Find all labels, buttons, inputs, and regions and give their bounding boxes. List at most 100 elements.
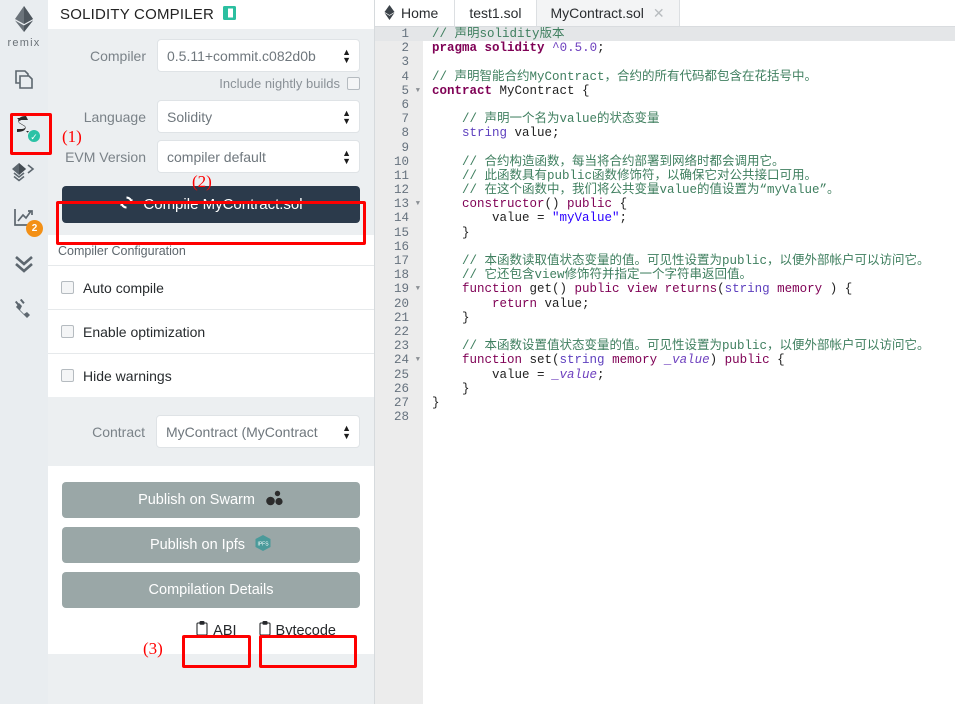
sidebar-item-plugin-manager[interactable] <box>4 287 44 333</box>
nightly-label: Include nightly builds <box>219 76 340 91</box>
line-text: contract MyContract { <box>423 83 955 98</box>
page-title: SOLIDITY COMPILER <box>60 6 214 23</box>
line-text: } <box>423 225 955 240</box>
contract-label: Contract <box>92 423 145 440</box>
line-text <box>423 324 955 340</box>
tab-home[interactable]: Home <box>375 0 456 26</box>
line-text: // 在这个函数中，我们将公共变量value的值设置为“myValue”。 <box>423 183 955 198</box>
tab-mycontract-sol[interactable]: MyContract.sol ✕ <box>536 0 680 26</box>
line-text: } <box>423 310 955 325</box>
line-text: constructor() public { <box>423 197 955 212</box>
line-number: 2 <box>375 41 423 56</box>
evm-version-select[interactable]: compiler default <box>157 140 360 173</box>
code-line: 28 <box>375 410 955 425</box>
line-number: 21 <box>375 310 423 325</box>
code-line: 24 ▼ function set(string memory _value) p… <box>375 353 955 368</box>
code-line: 1// 声明solidity版本 <box>375 27 955 42</box>
code-line: 17 // 本函数读取值状态变量的值。可见性设置为public，以便外部帐户可以… <box>375 254 955 269</box>
book-icon[interactable] <box>223 5 236 24</box>
compiler-configuration-section: Compiler Configuration Auto compile Enab… <box>48 235 374 397</box>
line-text <box>423 97 955 113</box>
close-icon[interactable]: ✕ <box>653 5 665 22</box>
publish-on-swarm-button[interactable]: Publish on Swarm <box>62 482 360 518</box>
tab-test1-sol[interactable]: test1.sol <box>455 0 537 26</box>
publish-ipfs-label: Publish on Ipfs <box>149 537 246 553</box>
language-select[interactable]: Solidity <box>157 100 360 133</box>
code-line: 7 // 声明一个名为value的状态变量 <box>375 112 955 127</box>
compiler-success-badge: ✓ <box>27 129 41 143</box>
code-line: 13 ▼ constructor() public { <box>375 197 955 212</box>
nightly-checkbox[interactable] <box>347 77 360 90</box>
sidebar-item-deploy-run[interactable] <box>4 149 44 195</box>
code-line: 20 return value; <box>375 296 955 311</box>
compile-button[interactable]: Compile MyContract.sol <box>62 186 360 223</box>
code-line: 12 // 在这个函数中，我们将公共变量value的值设置为“myValue”。 <box>375 183 955 198</box>
auto-compile-checkbox[interactable] <box>61 281 74 294</box>
tab-mycontract-label: MyContract.sol <box>550 5 644 21</box>
code-line: 4// 声明智能合约MyContract，合约的所有代码都包含在花括号中。 <box>375 69 955 84</box>
line-number: 28 <box>375 410 423 425</box>
include-nightly-builds-row[interactable]: Include nightly builds <box>62 76 360 91</box>
line-number: 17 <box>375 254 423 269</box>
code-line: 26 } <box>375 381 955 396</box>
code-content[interactable]: 1// 声明solidity版本 2 pragma solidity ^0.5.0;… <box>375 27 955 704</box>
debugger-icon <box>12 253 36 275</box>
compiler-version-select[interactable]: 0.5.11+commit.c082d0b <box>157 39 360 72</box>
line-number: 19 ▼ <box>375 282 423 297</box>
sidebar-item-debugger[interactable] <box>4 241 44 287</box>
code-lines: 1// 声明solidity版本 2 pragma solidity ^0.5.0;… <box>375 27 955 425</box>
code-line: 16 <box>375 239 955 254</box>
line-text <box>423 239 955 254</box>
line-number: 13 ▼ <box>375 197 423 212</box>
fold-arrow-icon[interactable]: ▼ <box>416 282 420 296</box>
option-auto-compile[interactable]: Auto compile <box>48 265 374 309</box>
line-text: // 声明solidity版本 <box>423 27 955 42</box>
sidebar-item-analysis[interactable]: 2 <box>4 195 44 241</box>
evm-version-row: EVM Version compiler default ▲ ▼ <box>62 140 360 173</box>
line-number: 7 <box>375 112 423 127</box>
line-text: function get() public view returns(strin… <box>423 282 955 297</box>
files-icon <box>13 68 35 92</box>
copy-bytecode-button[interactable]: Bytecode <box>252 617 342 644</box>
line-number: 11 <box>375 168 423 184</box>
line-text: value = _value; <box>423 367 955 382</box>
code-line: 21 } <box>375 310 955 325</box>
contract-select[interactable]: MyContract (MyContract <box>156 415 360 448</box>
code-editor-area: Home test1.sol MyContract.sol ✕ 1// 声明so… <box>375 0 955 704</box>
fold-arrow-icon[interactable]: ▼ <box>416 197 420 211</box>
line-number: 8 <box>375 126 423 141</box>
line-number: 4 <box>375 69 423 84</box>
hide-warnings-checkbox[interactable] <box>61 369 74 382</box>
publish-on-ipfs-button[interactable]: Publish on Ipfs IPFS <box>62 527 360 563</box>
abi-label: ABI <box>213 622 237 639</box>
ethereum-icon <box>14 6 34 36</box>
fold-arrow-icon[interactable]: ▼ <box>416 84 420 98</box>
option-hide-warnings[interactable]: Hide warnings <box>48 353 374 397</box>
compilation-details-button[interactable]: Compilation Details <box>62 572 360 608</box>
language-row: Language Solidity ▲ ▼ <box>62 100 360 133</box>
line-text: // 此函数具有public函数修饰符，以确保它对公共接口可用。 <box>423 168 955 184</box>
remix-logo: remix <box>4 6 44 49</box>
line-text: return value; <box>423 296 955 311</box>
line-number: 27 <box>375 395 423 411</box>
auto-compile-label: Auto compile <box>83 279 164 296</box>
copy-abi-button[interactable]: ABI <box>190 617 243 644</box>
line-number: 15 <box>375 225 423 240</box>
code-line: 22 <box>375 324 955 340</box>
code-line: 9 <box>375 140 955 155</box>
ipfs-icon: IPFS <box>254 534 272 556</box>
editor-tabbar: Home test1.sol MyContract.sol ✕ <box>375 0 955 27</box>
sidebar-item-file-explorers[interactable] <box>4 57 44 103</box>
tab-test1-label: test1.sol <box>469 5 522 21</box>
bytecode-label: Bytecode <box>275 622 336 639</box>
enable-optimization-checkbox[interactable] <box>61 325 74 338</box>
line-text: // 声明一个名为value的状态变量 <box>423 112 955 127</box>
code-line: 2 pragma solidity ^0.5.0; <box>375 41 955 56</box>
sidebar-item-solidity-compiler[interactable]: ✓ <box>4 103 44 149</box>
option-enable-optimization[interactable]: Enable optimization <box>48 309 374 353</box>
line-number: 12 <box>375 183 423 198</box>
code-line: 10 // 合约构造函数，每当将合约部署到网络时都会调用它。 <box>375 154 955 169</box>
line-text: // 它还包含view修饰符并指定一个字符串返回值。 <box>423 268 955 283</box>
line-text <box>423 55 955 70</box>
fold-arrow-icon[interactable]: ▼ <box>416 353 420 367</box>
